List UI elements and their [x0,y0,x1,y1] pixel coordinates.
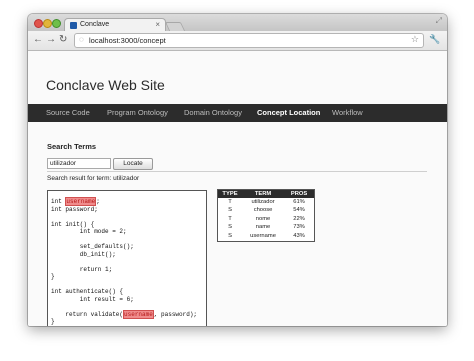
page-icon: ◌ [79,35,84,44]
close-window-button[interactable] [34,19,43,28]
code-text: int password; [51,205,98,213]
term-cell: utilizador [251,198,275,205]
code-text: int authenticate() { [51,288,124,295]
highlighted-term: username [123,309,154,319]
term-cell: nome [255,215,271,222]
main-nav: Source Code Program Ontology Domain Onto… [28,104,447,122]
code-text: } [51,273,55,280]
maximize-window-button[interactable] [52,19,61,28]
pros-cell: 22% [293,215,305,222]
code-text: return 1; [51,265,113,273]
back-arrow-icon[interactable]: ← [33,34,43,46]
column-header-pros: PROS [284,189,315,198]
nav-program-ontology[interactable]: Program Ontology [107,108,168,117]
type-cell: S [228,232,232,239]
results-table: TYPE TERM PROS T utilizador 61% S choose… [217,189,315,242]
pros-cell: 54% [293,207,305,213]
minimize-window-button[interactable] [43,19,52,28]
forward-arrow-icon[interactable]: → [46,34,56,46]
pros-cell: 61% [293,198,305,205]
divider [47,171,427,172]
code-text: } [51,318,55,325]
locate-button[interactable]: Locate [113,158,153,170]
code-text: int mode = 2; [51,228,127,235]
term-cell: choose [253,207,273,213]
search-heading: Search Terms [47,142,97,151]
code-listing: int username; int password; int init() {… [51,197,198,326]
nav-source-code[interactable]: Source Code [46,108,90,117]
code-text: , password); [153,310,198,318]
table-row: S username 43% [218,232,315,241]
wrench-icon[interactable]: 🔧 [429,34,440,45]
pros-cell: 73% [293,224,305,230]
title-bar: Conclave × ⤢ [28,14,447,32]
type-cell: T [228,215,232,222]
code-text: int result = 6; [51,295,134,303]
nav-concept-location[interactable]: Concept Location [257,108,320,117]
browser-window: Conclave × ⤢ ← → ↻ ◌ localhost:3000/conc… [28,14,447,326]
page-content: Conclave Web Site Source Code Program On… [28,51,447,326]
browser-tab[interactable]: Conclave × [64,18,166,32]
term-cell: name [255,224,271,230]
address-bar[interactable]: ◌ localhost:3000/concept ☆ [74,33,424,48]
code-panel[interactable]: int username; int password; int init() {… [47,190,207,326]
nav-domain-ontology[interactable]: Domain Ontology [184,108,242,117]
table-row: T nome 22% [218,215,315,224]
code-text: int [51,198,66,205]
code-text: db_init(); [51,250,116,258]
site-title: Conclave Web Site [46,77,165,93]
url-text[interactable]: localhost:3000/concept [89,36,166,45]
table-row: T utilizador 61% [218,198,315,207]
table-row: S name 73% [218,224,315,233]
close-tab-icon[interactable]: × [155,20,160,29]
fullscreen-icon[interactable]: ⤢ [436,16,442,26]
type-cell: S [228,224,232,230]
table-row: S choose 54% [218,207,315,216]
new-tab-button[interactable] [164,22,186,31]
bookmark-star-icon[interactable]: ☆ [411,34,419,45]
term-cell: username [250,232,276,239]
code-text: int init() { [51,220,95,228]
search-result-text: Search result for term: utilizador [47,175,140,182]
code-text: ; [96,198,100,205]
pros-cell: 43% [293,232,305,239]
reload-icon[interactable]: ↻ [59,34,67,46]
favicon-icon [70,22,77,29]
nav-workflow[interactable]: Workflow [332,108,363,117]
code-text: set_defaults(); [51,243,134,250]
column-header-term: TERM [242,189,285,198]
search-input[interactable]: utilizador [47,158,111,169]
browser-toolbar: ← → ↻ ◌ localhost:3000/concept ☆ 🔧 [28,31,447,51]
tab-title: Conclave [80,21,110,28]
column-header-type: TYPE [217,189,242,198]
code-text: return validate( [51,310,124,318]
type-cell: T [228,198,232,205]
type-cell: S [228,207,232,213]
